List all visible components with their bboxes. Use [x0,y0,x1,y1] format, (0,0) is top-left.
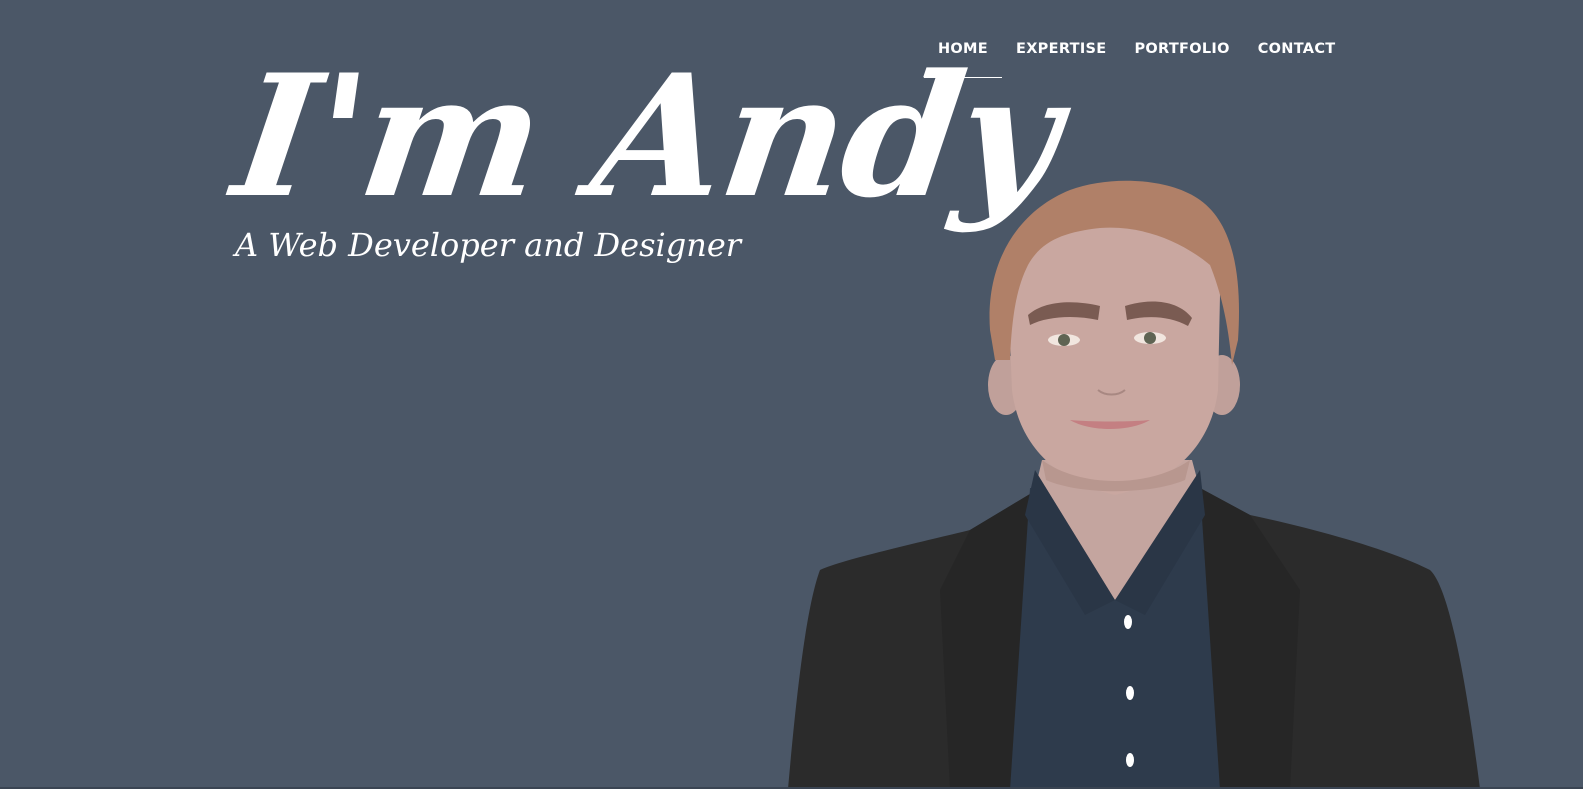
nav-contact-link[interactable]: CONTACT [1244,0,1350,78]
shirt-button [1126,686,1134,700]
eye-right-iris [1144,332,1156,344]
shirt-button [1126,753,1134,767]
eye-left-iris [1058,334,1070,346]
hero-subtitle: A Web Developer and Designer [235,226,742,264]
person-portrait-illustration [788,180,1480,789]
nav-portfolio-link[interactable]: PORTFOLIO [1120,0,1243,78]
shirt-button [1124,615,1132,629]
page: HOME EXPERTISE PORTFOLIO CONTACT I'm And… [0,0,1583,789]
face-shape [1008,215,1220,495]
